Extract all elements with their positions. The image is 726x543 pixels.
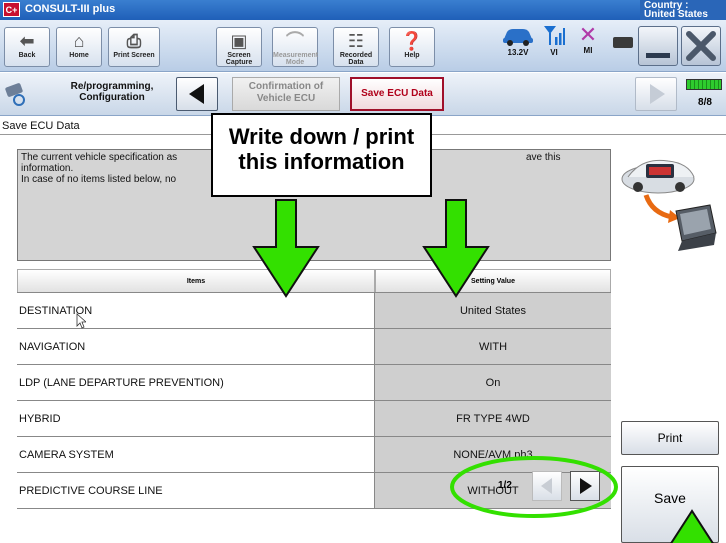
app-logo: C+ bbox=[3, 2, 20, 17]
row-item: CAMERA SYSTEM bbox=[17, 437, 375, 473]
home-icon: ⌂ bbox=[73, 31, 85, 51]
screen-capture-button[interactable]: ▣ Screen Capture bbox=[216, 27, 262, 67]
measurement-mode-label: Measurement Mode bbox=[273, 52, 319, 66]
car-icon bbox=[503, 29, 533, 46]
table-row: DESTINATION United States bbox=[17, 293, 611, 329]
measurement-icon: ⌒ bbox=[286, 31, 304, 51]
back-button[interactable]: ⬅ Back bbox=[4, 27, 50, 67]
mi-status: ✕ MI bbox=[576, 22, 600, 56]
table-header: Items Setting Value bbox=[17, 269, 611, 293]
row-item: NAVIGATION bbox=[17, 329, 375, 365]
vehicle-connection-illustration bbox=[621, 159, 717, 251]
printer-icon: ⎙ bbox=[126, 31, 142, 51]
next-step-button[interactable] bbox=[635, 77, 677, 111]
print-screen-button[interactable]: ⎙ Print Screen bbox=[108, 27, 160, 67]
row-item: HYBRID bbox=[17, 401, 375, 437]
disconnected-icon: ✕ bbox=[578, 22, 598, 47]
row-value: NONE/AVM ph3 bbox=[375, 437, 611, 473]
back-label: Back bbox=[18, 52, 36, 59]
step-save-ecu-data: Save ECU Data bbox=[350, 77, 444, 111]
triangle-right-icon bbox=[650, 84, 665, 104]
toolbar: ⬅ Back ⌂ Home ⎙ Print Screen ▣ Screen Ca… bbox=[0, 20, 726, 72]
home-label: Home bbox=[69, 52, 89, 59]
page-prev-button[interactable] bbox=[532, 471, 562, 501]
vi-label: VI bbox=[550, 48, 558, 57]
triangle-left-icon bbox=[541, 478, 552, 494]
previous-step-button[interactable] bbox=[176, 77, 218, 111]
vehicle-battery-status: 13.2V bbox=[498, 24, 538, 57]
header-items: Items bbox=[17, 269, 375, 292]
table-row: NAVIGATION WITH bbox=[17, 329, 611, 365]
minimize-button[interactable] bbox=[638, 26, 678, 66]
breadcrumb-label: Re/programming, Configuration bbox=[70, 81, 154, 103]
vi-status: VI bbox=[540, 24, 568, 57]
callout-line-1: Write down / print bbox=[228, 124, 415, 149]
title-bar: C+ CONSULT-III plus Country : United Sta… bbox=[0, 0, 726, 20]
table-row: LDP (LANE DEPARTURE PREVENTION) On bbox=[17, 365, 611, 401]
row-item: LDP (LANE DEPARTURE PREVENTION) bbox=[17, 365, 375, 401]
save-button[interactable]: Save bbox=[621, 466, 719, 543]
signal-icon bbox=[544, 26, 565, 45]
table-row: CAMERA SYSTEM NONE/AVM ph3 bbox=[17, 437, 611, 473]
recorded-data-label: Recorded Data bbox=[339, 52, 373, 66]
ecu-data-table: Items Setting Value DESTINATION United S… bbox=[17, 269, 611, 509]
annotation-callout: Write down / print this information bbox=[211, 113, 432, 197]
table-row: PREDICTIVE COURSE LINE WITHOUT bbox=[17, 473, 611, 509]
print-screen-label: Print Screen bbox=[113, 52, 155, 59]
recorded-data-icon: ☷ bbox=[347, 31, 365, 51]
page-indicator: 1/2 bbox=[498, 480, 512, 491]
app-title: CONSULT-III plus bbox=[25, 3, 116, 15]
close-button[interactable] bbox=[681, 26, 721, 66]
triangle-right-icon bbox=[580, 478, 592, 494]
row-value: On bbox=[375, 365, 611, 401]
mi-label: MI bbox=[583, 46, 593, 55]
row-value: WITH bbox=[375, 329, 611, 365]
progress-bar bbox=[686, 79, 722, 90]
progress-text: 8/8 bbox=[698, 97, 712, 108]
row-value: FR TYPE 4WD bbox=[375, 401, 611, 437]
reprogramming-icon bbox=[5, 83, 25, 106]
help-label: Help bbox=[404, 52, 420, 59]
help-button[interactable]: ❓ Help bbox=[389, 27, 435, 67]
header-setting-value: Setting Value bbox=[375, 269, 611, 292]
measurement-mode-button[interactable]: ⌒ Measurement Mode bbox=[272, 27, 318, 67]
screen-capture-label: Screen Capture bbox=[225, 52, 253, 66]
country-indicator: Country : United States bbox=[640, 0, 726, 20]
close-icon bbox=[686, 31, 716, 61]
mouse-cursor-icon bbox=[76, 313, 86, 329]
recorded-data-button[interactable]: ☷ Recorded Data bbox=[333, 27, 379, 67]
step-confirmation-ecu: Confirmation of Vehicle ECU bbox=[232, 77, 340, 111]
back-arrow-icon: ⬅ bbox=[19, 31, 35, 51]
device-battery-icon bbox=[613, 37, 633, 48]
table-row: HYBRID FR TYPE 4WD bbox=[17, 401, 611, 437]
row-item: PREDICTIVE COURSE LINE bbox=[17, 473, 375, 509]
row-item: DESTINATION bbox=[17, 293, 375, 329]
minimize-icon bbox=[646, 53, 670, 58]
row-value: United States bbox=[375, 293, 611, 329]
voltage-label: 13.2V bbox=[507, 48, 529, 57]
breadcrumb: Re/programming, Configuration Confirmati… bbox=[0, 73, 726, 116]
print-button[interactable]: Print bbox=[621, 421, 719, 455]
triangle-left-icon bbox=[189, 84, 204, 104]
page-next-button[interactable] bbox=[570, 471, 600, 501]
camera-icon: ▣ bbox=[230, 31, 248, 51]
callout-line-2: this information bbox=[238, 149, 405, 174]
home-button[interactable]: ⌂ Home bbox=[56, 27, 102, 67]
info-line-1-end: ave this bbox=[526, 152, 561, 163]
help-icon: ❓ bbox=[400, 31, 424, 51]
